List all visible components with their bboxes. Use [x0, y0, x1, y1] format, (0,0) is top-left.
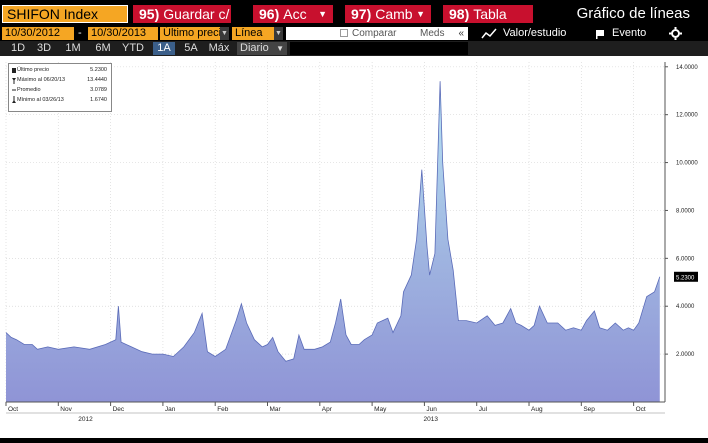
x-tick-label: Dec	[113, 406, 125, 413]
chevron-down-icon: ▼	[276, 44, 284, 53]
y-tick-label: 12.0000	[676, 113, 698, 119]
legend-value: 13.4440	[87, 77, 107, 83]
line-chart-icon[interactable]	[481, 28, 497, 39]
compare-label: Comparar	[352, 28, 397, 39]
chart-type-select[interactable]: Línea	[232, 27, 274, 40]
legend-marker-icon	[12, 68, 16, 103]
actions-menu-label: Acc	[283, 6, 307, 22]
compare-input[interactable]: Comparar Meds móvs «	[286, 27, 468, 52]
legend-label: Mínimo al 03/26/13	[17, 97, 64, 103]
end-date-field[interactable]: 10/30/2013	[88, 27, 158, 40]
legend-last-price: Último precio	[17, 67, 49, 73]
table-button-number: 98)	[449, 6, 470, 22]
year-label: 2012	[78, 416, 93, 423]
y-tick-label: 4.0000	[676, 304, 695, 310]
period-bar: 1D 3D 1M 6M YTD 1A 5A Máx Diario ▼	[0, 41, 708, 56]
y-tick-label: 14.0000	[676, 65, 698, 71]
chevron-down-icon[interactable]: ▼	[274, 27, 283, 40]
x-tick-label: Feb	[217, 406, 229, 413]
price-chart: 2.0000 4.0000 6.0000 8.0000 10.0000 12.0000 14…	[5, 62, 698, 423]
tab-1m[interactable]: 1M	[62, 42, 84, 55]
x-tick-label: May	[374, 406, 387, 413]
x-tick-label: Jun	[426, 406, 437, 413]
legend-value: 3.0789	[90, 87, 107, 93]
command-bar: SHIFON Index 95) Guardar c/ 96) Acc ▼ 97) Ca…	[0, 0, 708, 26]
change-menu-number: 97)	[351, 6, 372, 22]
table-button-label: Tabla	[473, 6, 507, 22]
x-tick-label: Nov	[60, 406, 72, 413]
year-label: 2013	[423, 416, 438, 423]
event-button[interactable]: Evento	[612, 27, 646, 40]
actions-menu-number: 96)	[259, 6, 280, 22]
save-button-number: 95)	[139, 6, 160, 22]
settings-bar: 10/30/2012 - 10/30/2013 Último preci ▼ L…	[0, 26, 708, 52]
x-tick-label: Mar	[270, 406, 282, 413]
x-tick-label: Aug	[531, 406, 543, 413]
save-button-label: Guardar c/	[163, 6, 230, 22]
change-menu[interactable]: 97) Camb ▼	[345, 5, 431, 23]
tab-3d[interactable]: 3D	[34, 42, 54, 55]
tab-1a[interactable]: 1A	[153, 42, 175, 55]
actions-menu[interactable]: 96) Acc ▼	[253, 5, 333, 23]
chevron-down-icon: ▼	[318, 9, 327, 19]
series-line	[5, 81, 661, 362]
x-tick-label: Jan	[165, 406, 176, 413]
valuation-button[interactable]: Valor/estudio	[503, 27, 566, 40]
frequency-label: Diario	[240, 42, 269, 54]
legend-min: Mínimo al 03/26/13	[17, 97, 64, 103]
security-field[interactable]: SHIFON Index	[2, 5, 128, 23]
tab-5a[interactable]: 5A	[181, 42, 201, 55]
legend-value: 5.2300	[90, 67, 107, 73]
start-date-field[interactable]: 10/30/2012	[2, 27, 74, 40]
x-tick-label: Sep	[583, 406, 595, 413]
gear-icon[interactable]	[669, 27, 682, 40]
tab-max[interactable]: Máx	[207, 42, 231, 55]
legend-value: 1.6740	[90, 97, 107, 103]
tab-6m[interactable]: 6M	[92, 42, 114, 55]
chart-legend: Último precio 5.2300 Máximo al 06/20/13 …	[8, 63, 112, 112]
table-button[interactable]: 98) Tabla	[443, 5, 533, 23]
x-tick-label: Jul	[479, 406, 488, 413]
legend-label: Máximo al 06/20/13	[17, 77, 65, 83]
series-area	[6, 81, 660, 402]
change-menu-label: Camb	[375, 6, 413, 22]
chevron-down-icon: ▼	[416, 9, 425, 19]
x-tick-label: Apr	[322, 406, 333, 413]
y-tick-label: 10.0000	[676, 161, 698, 167]
x-tick-label: Oct	[636, 406, 646, 413]
legend-average: Promedio	[17, 87, 41, 93]
last-price-label: 5.2300	[676, 275, 695, 281]
y-tick-label: 2.0000	[676, 352, 695, 358]
checkbox-icon[interactable]	[340, 29, 348, 37]
page-title: Gráfico de líneas	[576, 5, 690, 22]
chart-area: 2.0000 4.0000 6.0000 8.0000 10.0000 12.0000 14…	[0, 56, 708, 438]
tab-ytd[interactable]: YTD	[120, 42, 146, 55]
flag-icon[interactable]	[595, 29, 605, 39]
legend-label: Último precio	[17, 67, 50, 73]
save-button[interactable]: 95) Guardar c/	[133, 5, 231, 23]
period-spacer	[290, 42, 468, 55]
legend-max: Máximo al 06/20/13	[17, 77, 65, 83]
collapse-icon[interactable]: «	[458, 27, 464, 40]
tab-1d[interactable]: 1D	[8, 42, 28, 55]
price-field-select[interactable]: Último preci	[160, 27, 220, 40]
chevron-down-icon[interactable]: ▼	[220, 27, 229, 40]
y-tick-label: 8.0000	[676, 208, 695, 214]
x-tick-label: Oct	[8, 406, 18, 413]
legend-label: Promedio	[17, 87, 41, 93]
date-separator: -	[78, 27, 82, 39]
frequency-select[interactable]: Diario ▼	[237, 42, 287, 55]
y-tick-label: 6.0000	[676, 256, 695, 262]
